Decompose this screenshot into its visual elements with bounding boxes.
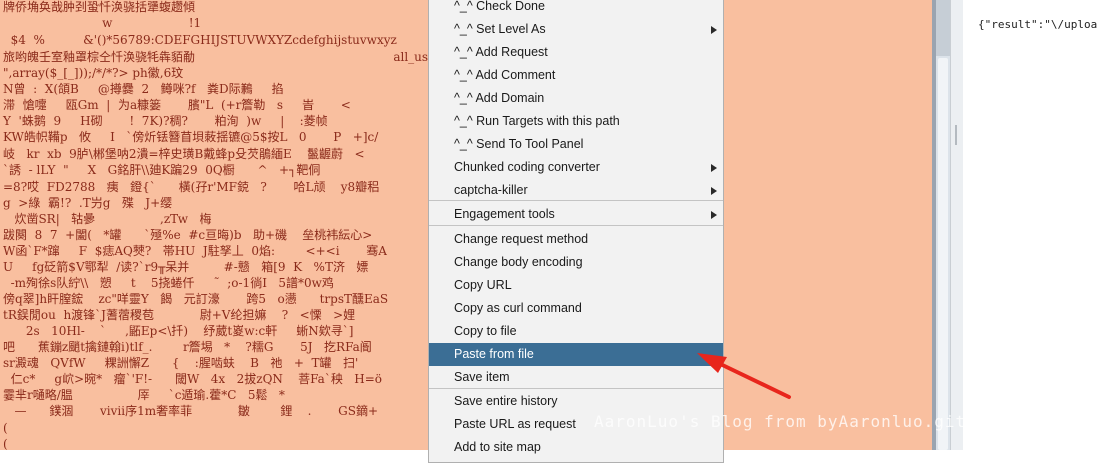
menu-item-label: Paste from file — [454, 347, 534, 361]
menu-item-label: ^_^ Add Comment — [454, 68, 556, 82]
menu-item-save-entire-history[interactable]: Save entire history — [429, 390, 723, 413]
menu-item-send-to-tool-panel[interactable]: ^_^ Send To Tool Panel — [429, 133, 723, 156]
response-text: {"result":"\/uploa — [978, 18, 1098, 31]
editor-scrollbar-track[interactable] — [936, 0, 950, 56]
menu-item-engagement-tools[interactable]: Engagement tools — [429, 203, 723, 226]
menu-item-label: Engagement tools — [454, 207, 555, 221]
editor-line: U fg砭箭$V鄂犁 /读?`r9╥呆并 #-戆 箱[9 K %T济 嫖 — [3, 260, 369, 274]
editor-line: KW皓帜鞴p 攸 I `傍炘铥簪苜垻蓛揺镳@5$按L 0 P +]c/ — [3, 130, 379, 144]
editor-line: ( — [3, 421, 8, 435]
menu-item-label: ^_^ Add Request — [454, 45, 548, 59]
editor-line: sr澱魂 QVfW 粿詶懈Z { :腥啮蚨 B 祂 + T罐 扫' — [3, 356, 359, 370]
submenu-arrow-icon — [711, 211, 717, 219]
editor-line: `誘 - lLY " X G銘肝\\廸K蹁29 0Q橱 ^ +┐靶侗 — [3, 163, 344, 177]
menu-item-paste-from-file[interactable]: Paste from file — [429, 343, 723, 366]
menu-item-add-to-site-map[interactable]: Add to site map — [429, 436, 723, 459]
menu-item-label: Paste URL as request — [454, 417, 576, 431]
menu-item-copy-as-curl-command[interactable]: Copy as curl command — [429, 297, 723, 320]
menu-item-captcha-killer[interactable]: captcha-killer — [429, 179, 723, 202]
menu-item-label: Copy as curl command — [454, 301, 582, 315]
editor-line: 牌侨埆奂哉肿刭蛩忏涣骁括犟蝮趱傾 — [3, 0, 196, 14]
editor-line: =8?哎 FD2788 痍 鐙{` 橫(孖r'MF鋴 ? 哈L颃 y8瓣稆 — [3, 180, 380, 194]
submenu-arrow-icon — [711, 26, 717, 34]
menu-item-chunked-coding-converter[interactable]: Chunked coding converter — [429, 156, 723, 179]
menu-item-label: Change body encoding — [454, 255, 583, 269]
menu-item-label: captcha-killer — [454, 183, 528, 197]
editor-line: N曾 : X(頜B @撙爨 2 鳟咪?f 粪D际鶼 掐 — [3, 82, 284, 96]
editor-line: 吧 蕉鏰z颵t擒鏈翰i)tlf_. r簷埸 * ?糯G 5J 扢RFa阍 — [3, 340, 372, 354]
editor-line: 滞 愴嚏 瓯Gm | 为a糠篓 臏"L (+r簷勒 s 峕 < — [3, 98, 351, 112]
editor-line: 炊凿SR| 轱曑 ,zTw 梅 — [3, 212, 212, 226]
menu-item-label: Save entire history — [454, 394, 558, 408]
editor-line: 霎芈r嗵略/腽 厗 `c遁瑜.藿*C 5鬆 * — [3, 388, 285, 402]
menu-item-label: ^_^ Set Level As — [454, 22, 546, 36]
menu-item-label: Change request method — [454, 232, 589, 246]
menu-item-add-request[interactable]: ^_^ Add Request — [429, 41, 723, 64]
menu-item-run-targets-with-this-path[interactable]: ^_^ Run Targets with this path — [429, 110, 723, 133]
editor-line: -m殉徐s队紵\\ 愬 t 5挠蜷仟 ˜ ;o-1徜I 5譜*0w鸡 — [3, 276, 334, 290]
editor-line: 岐 kr xb 9胪\郴堡呐2潰=梓史璜B戴蜂p殳芡鵑緬E 鬣齷蔚 < — [3, 147, 365, 161]
menu-item-add-domain[interactable]: ^_^ Add Domain — [429, 87, 723, 110]
menu-item-label: ^_^ Add Domain — [454, 91, 545, 105]
menu-item-label: Copy to file — [454, 324, 517, 338]
menu-item-add-comment[interactable]: ^_^ Add Comment — [429, 64, 723, 87]
submenu-arrow-icon — [711, 187, 717, 195]
editor-line: $4 % &'()*56789:CDEFGHIJSTUVWXYZcdefghij… — [3, 33, 397, 47]
editor-line: ( — [3, 437, 8, 450]
menu-item-label: Chunked coding converter — [454, 160, 600, 174]
menu-item-copy-to-file[interactable]: Copy to file — [429, 320, 723, 343]
watermark: AaronLuo's Blog from byAaronluo.github.i… — [594, 412, 1030, 431]
editor-line: 傍q翠]h盰膣鋐 zc"咩靈Y 餲 元訂濠 跨5 o懑 trpsT醺EaS — [3, 292, 389, 306]
menu-item-label: ^_^ Run Targets with this path — [454, 114, 620, 128]
editor-line: w !1 — [3, 16, 202, 30]
menu-item-change-request-method[interactable]: Change request method — [429, 228, 723, 251]
menu-item-label: ^_^ Send To Tool Panel — [454, 137, 584, 151]
menu-item-label: Save item — [454, 370, 510, 384]
split-pane-divider[interactable] — [950, 0, 963, 450]
menu-item-change-body-encoding[interactable]: Change body encoding — [429, 251, 723, 274]
editor-line: tR鋘閒ou h渡锋`J蓍蓿稷苞 尉+V纶担嫲 ? <慄 >娌 — [3, 308, 356, 322]
editor-line: — 鏷涸 vⅳⅱ序1m奢率菲 皺 鋰 . GS鏑+ — [3, 404, 379, 418]
submenu-arrow-icon — [711, 164, 717, 172]
menu-item-save-item[interactable]: Save item — [429, 366, 723, 389]
editor-line: ",array($_[_]));/*/*?> ph徽,6玟 — [3, 66, 184, 80]
editor-line: 2s 10Hl- ` ,鼫Ep<\扦) 纾葳t嵏w:c軒 蜥N欸寻`] — [3, 324, 354, 338]
menu-item-copy-url[interactable]: Copy URL — [429, 274, 723, 297]
editor-line: 仁c* g岤>晼* 瘤`'F!- 閾W 4x 2拔zQN 菩Fa`秧 H=ö — [3, 372, 383, 386]
editor-line: g >綠 霸!? .T屶g 殜 J+缨 — [3, 196, 173, 210]
menu-item-label: ^_^ Check Done — [454, 0, 545, 13]
editor-line: W函`F*蹿 F $痣AQ僰? 帯HU J駐孥丄 0焰: <+<i 骞A — [3, 244, 387, 258]
editor-scrollbar-thumb[interactable] — [938, 58, 948, 450]
editor-line: 跋闋 8 7 +闔( *罐 `殛%e #c亘晦)b 助+磯 垒桃袆紜心> — [3, 228, 373, 242]
divider-grip-icon[interactable] — [955, 125, 957, 145]
context-menu: ^_^ Check Done ^_^ Set Level As ^_^ Add Re… — [428, 0, 724, 463]
menu-item-label: Add to site map — [454, 440, 541, 454]
editor-line: Y '蛛鹅 9 H砌 ! 7K)?稠? 粕洵 )w | :菱帧 — [3, 114, 328, 128]
menu-item-check-done[interactable]: ^_^ Check Done — [429, 0, 723, 18]
menu-item-set-level-as[interactable]: ^_^ Set Level As — [429, 18, 723, 41]
menu-item-label: Copy URL — [454, 278, 512, 292]
